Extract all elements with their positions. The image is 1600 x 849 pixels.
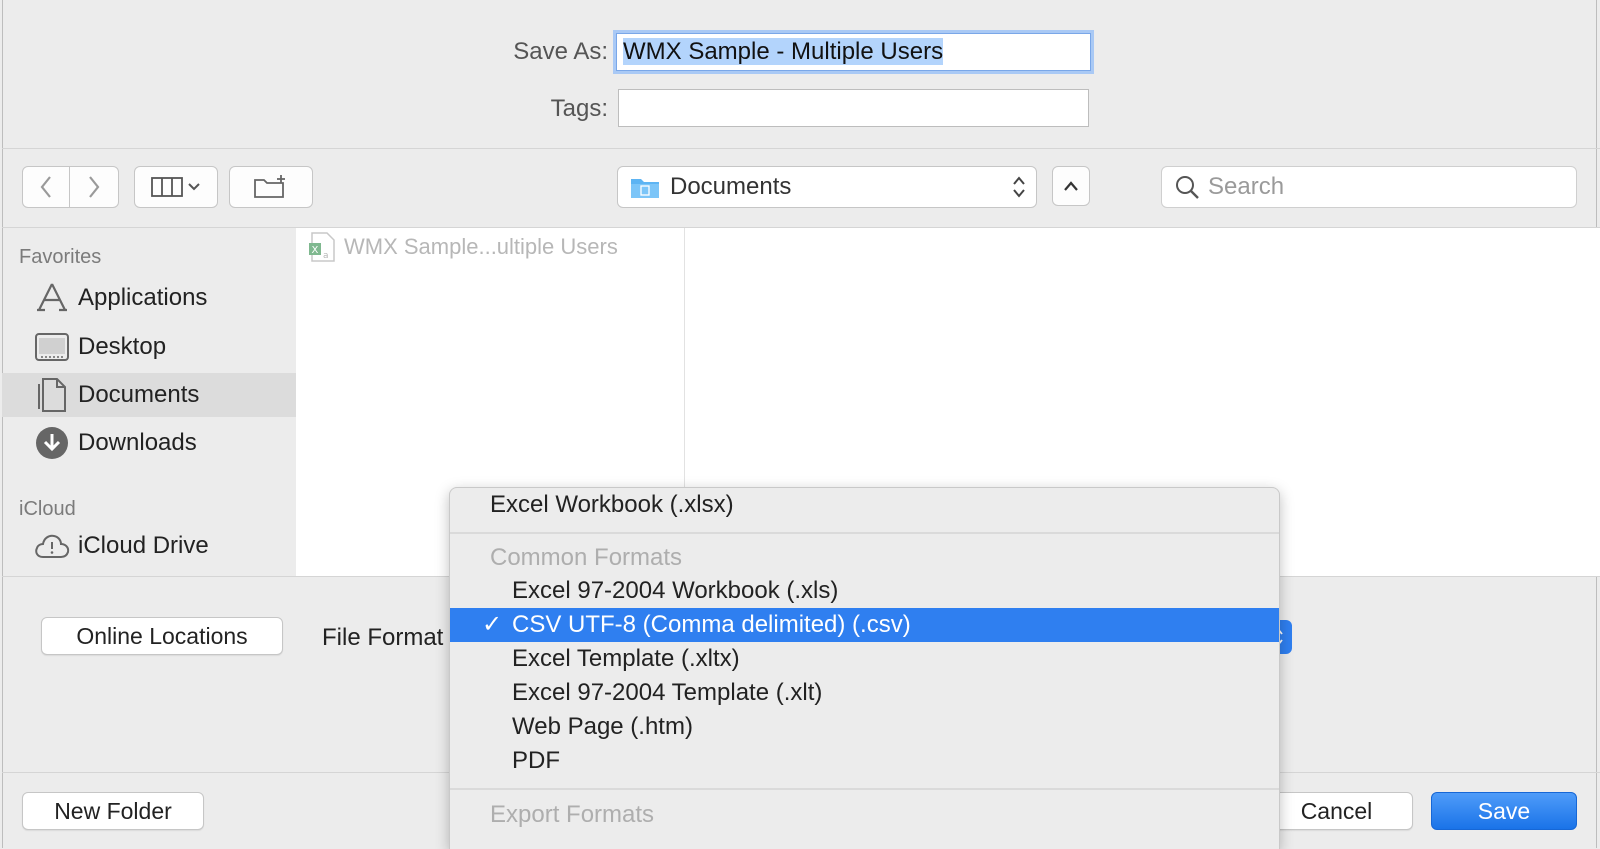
cloud-icon — [34, 528, 70, 564]
menu-item-label: CSV UTF-8 (Comma delimited) (.csv) — [512, 611, 911, 638]
sidebar-item-downloads[interactable]: Downloads — [2, 421, 296, 465]
search-field[interactable]: Search — [1161, 166, 1577, 208]
sidebar-item-applications[interactable]: Applications — [2, 276, 296, 320]
desktop-icon — [34, 329, 70, 365]
menu-item-label: Excel Template (.xltx) — [512, 645, 740, 672]
menu-item-label: Excel Workbook (.xlsx) — [490, 491, 734, 518]
save-as-value: WMX Sample - Multiple Users — [623, 38, 944, 65]
menu-separator — [450, 788, 1279, 790]
chevron-left-icon — [40, 176, 51, 198]
new-folder-toolbar-button[interactable] — [229, 166, 313, 208]
menu-item-label: Excel 97-2004 Template (.xlt) — [512, 679, 823, 706]
sidebar-item-documents[interactable]: Documents — [2, 373, 296, 417]
updown-chevron-icon — [1013, 176, 1025, 198]
header-divider — [2, 148, 1600, 149]
online-locations-button[interactable]: Online Locations — [41, 617, 283, 655]
sidebar: Favorites Applications Desktop Documents… — [2, 226, 296, 576]
new-folder-button[interactable]: New Folder — [22, 792, 204, 830]
svg-text:X: X — [312, 245, 319, 256]
excel-file-icon: X a — [309, 232, 335, 262]
sidebar-item-label: Desktop — [78, 333, 167, 360]
chevron-right-icon — [89, 176, 100, 198]
save-as-field[interactable]: WMX Sample - Multiple Users — [616, 33, 1091, 71]
menu-item-csv-utf8[interactable]: ✓ CSV UTF-8 (Comma delimited) (.csv) — [450, 608, 1279, 642]
file-format-label: File Format — [322, 624, 444, 651]
document-icon — [34, 377, 70, 413]
menu-item-label: Web Page (.htm) — [512, 713, 693, 740]
sidebar-item-desktop[interactable]: Desktop — [2, 325, 296, 369]
view-mode-button[interactable] — [134, 166, 218, 208]
menu-item-label: Excel 97-2004 Workbook (.xls) — [512, 577, 839, 604]
location-popup[interactable]: Documents — [617, 166, 1037, 208]
sidebar-item-label: Documents — [78, 381, 200, 408]
sidebar-section-icloud: iCloud — [19, 498, 76, 520]
cancel-button[interactable]: Cancel — [1260, 792, 1413, 830]
file-item[interactable]: X a WMX Sample...ultiple Users — [308, 232, 618, 262]
menu-header-common-formats: Common Formats — [490, 544, 683, 571]
sidebar-section-favorites: Favorites — [19, 246, 102, 268]
sidebar-item-label: iCloud Drive — [78, 532, 209, 559]
menu-item-label: PDF — [512, 747, 560, 774]
search-placeholder: Search — [1208, 173, 1285, 200]
new-folder-icon — [254, 175, 285, 198]
menu-item-pdf[interactable]: PDF — [450, 744, 1279, 778]
download-icon — [34, 425, 70, 461]
save-button[interactable]: Save — [1431, 792, 1577, 830]
menu-item-htm[interactable]: Web Page (.htm) — [450, 710, 1279, 744]
columns-view-icon — [151, 177, 200, 197]
sidebar-item-label: Downloads — [78, 429, 197, 456]
menu-item-xltx[interactable]: Excel Template (.xltx) — [450, 642, 1279, 676]
search-icon — [1176, 176, 1199, 199]
save-as-label: Save As: — [513, 38, 608, 65]
parent-folder-button[interactable] — [1052, 166, 1090, 206]
menu-item-xlt[interactable]: Excel 97-2004 Template (.xlt) — [450, 676, 1279, 710]
back-button[interactable] — [22, 166, 70, 208]
file-name: WMX Sample...ultiple Users — [344, 234, 618, 259]
documents-folder-icon — [631, 179, 659, 198]
forward-button[interactable] — [69, 166, 119, 208]
menu-header-export-formats: Export Formats — [490, 801, 655, 828]
menu-item-xls[interactable]: Excel 97-2004 Workbook (.xls) — [450, 574, 1279, 608]
svg-text:a: a — [323, 251, 329, 261]
sidebar-item-icloud-drive[interactable]: iCloud Drive — [2, 524, 296, 568]
tags-label: Tags: — [550, 95, 608, 122]
location-label: Documents — [670, 173, 792, 200]
file-format-menu: Excel Workbook (.xlsx) Common Formats Ex… — [449, 487, 1280, 849]
checkmark-icon: ✓ — [482, 611, 503, 638]
chevron-up-icon — [1064, 181, 1078, 191]
applications-icon — [34, 280, 70, 316]
sidebar-item-label: Applications — [78, 284, 208, 311]
tags-field[interactable] — [618, 89, 1089, 127]
menu-item-xlsx[interactable]: Excel Workbook (.xlsx) — [450, 488, 1279, 522]
menu-separator — [450, 532, 1279, 534]
